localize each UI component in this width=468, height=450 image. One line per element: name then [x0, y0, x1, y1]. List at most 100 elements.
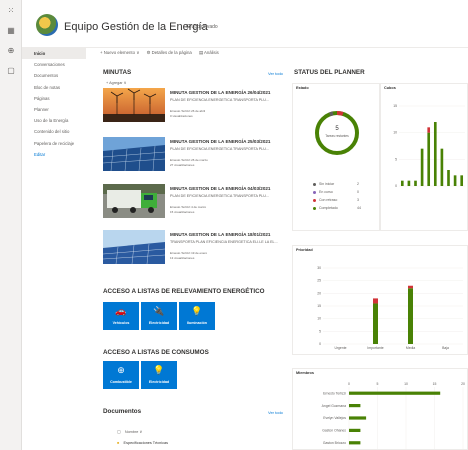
- documents-see-all-link[interactable]: Ver todo: [268, 410, 283, 415]
- y-tick-label: Gaston Briozzo: [323, 441, 346, 445]
- legend-dot: [313, 206, 316, 210]
- cubos-title: Cubos: [384, 86, 396, 90]
- chart-bar: [349, 404, 361, 408]
- iluminacion-tile[interactable]: 💡 Iluminación: [179, 302, 215, 330]
- tile-label: Vehículos: [112, 321, 130, 325]
- bulb-icon: 💡: [191, 306, 203, 316]
- legend-value: 0: [357, 190, 359, 194]
- legend-value: 3: [357, 198, 359, 202]
- legend-label: Con retraso: [319, 198, 338, 202]
- electricidad-tile[interactable]: 🔌 Electricidad: [141, 302, 177, 330]
- chart-bar: [349, 441, 361, 445]
- planner-section-title: STATUS DEL PLANNER: [294, 69, 365, 76]
- globe-icon[interactable]: ⊕: [0, 46, 22, 60]
- new-item-button[interactable]: + Nuevo elemento ∨: [100, 50, 139, 55]
- news-item-meta: Ernesto Terlizzi 4 de marzo 15 visualiza…: [170, 205, 206, 215]
- news-item-meta: Ernesto Terlizzi 19 de enero 13 visualiz…: [170, 251, 207, 261]
- y-tick-label: Angel Guzmana: [322, 404, 346, 408]
- nav-item-papelera[interactable]: Papelera de reciclaje: [22, 138, 86, 149]
- name-column-header[interactable]: Nombre ∨: [125, 430, 142, 434]
- y-tick-label: Evelyn Vallejos: [323, 416, 346, 420]
- chart-bar: [427, 132, 431, 186]
- news-add-button[interactable]: + Agregar ∨: [106, 80, 126, 85]
- nav-item-uso-energia[interactable]: Uso de la Energía: [22, 115, 86, 126]
- y-tick-label: 5: [395, 157, 397, 161]
- news-item-title[interactable]: MINUTA GESTION DE LA ENERGÍA 25/03/2021: [170, 139, 271, 144]
- legend-dot: [313, 182, 316, 186]
- page-icon[interactable]: ▢: [0, 66, 22, 80]
- donut-completed-arc: [315, 111, 359, 155]
- chart-bar: [460, 175, 464, 186]
- nav-item-planner[interactable]: Planner: [22, 104, 86, 115]
- y-tick-label: 15: [317, 304, 321, 308]
- app-bar: ⁙ ▦ ⊕ ▢: [0, 0, 22, 450]
- y-tick-label: Gaston Ohanes: [322, 429, 346, 433]
- nav-item-conversaciones[interactable]: Conversaciones: [22, 59, 86, 70]
- y-tick-label: 10: [317, 317, 321, 321]
- tile-label: Iluminación: [187, 321, 207, 325]
- chart-bar: [373, 303, 378, 344]
- nav-item-bloc-de-notas[interactable]: Bloc de notas: [22, 82, 86, 93]
- legend-con-retraso: Con retraso: [313, 198, 337, 202]
- news-item-title[interactable]: MINUTA GESTION DE LA ENERGÍA 26/04/2021: [170, 90, 271, 95]
- electricidad-consumo-tile[interactable]: 💡 Electricidad: [141, 361, 177, 389]
- file-icon: ▢: [117, 430, 121, 434]
- x-tick-label: Baja: [442, 346, 449, 350]
- combustible-tile[interactable]: ⊕ Combustible: [103, 361, 139, 389]
- analytics-button[interactable]: ▤ Análisis: [199, 50, 219, 55]
- cubos-chart: 0 5 10 15: [393, 104, 465, 188]
- miembros-panel: Miembros 0 5 10 15 20 Ernesto Terlizzi Angel G…: [292, 368, 468, 450]
- news-item-description: PLAN DE EFICIENCIA ENERGETICA TRANSPORTA…: [170, 147, 269, 151]
- y-tick-label: 0: [395, 184, 397, 188]
- news-section-title: MINUTAS: [103, 69, 132, 76]
- site-header: Equipo Gestión de la Energía Grupo priva…: [22, 0, 468, 48]
- vehiculos-tile[interactable]: 🚗 Vehículos: [103, 302, 139, 330]
- news-item-description: PLAN DE EFICIENCIA ENERGETICA TRANSPORTA…: [170, 98, 269, 102]
- news-item-title[interactable]: MINUTA GESTION DE LA ENERGÍA 04/03/2021: [170, 186, 271, 191]
- chart-bar: [420, 148, 424, 186]
- x-tick-label: 20: [461, 382, 465, 386]
- cubos-panel: Cubos 0 5 10 15: [380, 83, 468, 231]
- news-item-views: 15 visualizaciones: [170, 210, 195, 214]
- document-name[interactable]: Especificaciones Técnicas: [124, 441, 168, 445]
- page-details-button[interactable]: ⚙ Detalles de la página: [147, 50, 192, 55]
- news-thumbnail-panels: [103, 230, 165, 264]
- news-item[interactable]: MINUTA GESTION DE LA ENERGÍA 04/03/2021 …: [103, 184, 288, 218]
- tile-label: Electricidad: [148, 321, 170, 325]
- prioridad-chart: 0 5 10 15 20 25 30 Urgente Importante Media Baja: [317, 266, 463, 350]
- news-item[interactable]: MINUTA GESTION DE LA ENERGÍA 26/04/2021 …: [103, 88, 288, 122]
- site-logo[interactable]: [36, 14, 58, 36]
- legend-dot: [313, 190, 316, 194]
- nav-item-inicio[interactable]: Inicio: [22, 48, 86, 60]
- news-item-meta: Ernesto Terlizzi 26 de marzo 27 visualiz…: [170, 158, 208, 168]
- miembros-chart: 0 5 10 15 20 Ernesto Terlizzi Angel Guzmana Eve…: [322, 382, 465, 449]
- command-bar: + Nuevo elemento ∨ ⚙ Detalles de la pági…: [100, 50, 225, 60]
- news-item-title[interactable]: MINUTA GESTION DE LA ENERGÍA 18/01/2021: [170, 232, 271, 237]
- document-row[interactable]: ■ Especificaciones Técnicas: [117, 441, 168, 445]
- documents-section-title: Documentos: [103, 408, 142, 415]
- news-item[interactable]: MINUTA GESTION DE LA ENERGÍA 25/03/2021 …: [103, 137, 288, 171]
- estado-total: 5: [335, 126, 339, 132]
- news-item[interactable]: MINUTA GESTION DE LA ENERGÍA 18/01/2021 …: [103, 230, 288, 264]
- chart-bar: [440, 148, 444, 186]
- nav-edit-link[interactable]: Editar: [22, 149, 86, 160]
- y-tick-label: 25: [317, 279, 321, 283]
- news-thumbnail-truck: [103, 184, 165, 218]
- bulb-icon: 💡: [153, 365, 165, 375]
- legend-label: Sin iniciar: [319, 182, 335, 186]
- grid-icon[interactable]: ▦: [0, 26, 22, 40]
- news-item-views: 13 visualizaciones: [170, 256, 195, 260]
- nav-item-paginas[interactable]: Páginas: [22, 93, 86, 104]
- news-see-all-link[interactable]: Ver todo: [268, 71, 283, 76]
- estado-panel: Estado 5 Tareas restantes Sin iniciar 2 …: [292, 83, 380, 231]
- nav-item-contenido-sitio[interactable]: Contenido del sitio: [22, 126, 86, 137]
- chart-bar: [433, 122, 437, 186]
- waffle-icon[interactable]: ⁙: [0, 6, 22, 20]
- news-thumbnail-solar: [103, 137, 165, 171]
- chart-bar: [408, 288, 413, 344]
- chart-bar: [400, 180, 404, 186]
- news-thumbnail-turbines: [103, 88, 165, 122]
- legend-label: En curso: [319, 190, 333, 194]
- legend-value: 2: [357, 182, 359, 186]
- nav-item-documentos[interactable]: Documentos: [22, 70, 86, 81]
